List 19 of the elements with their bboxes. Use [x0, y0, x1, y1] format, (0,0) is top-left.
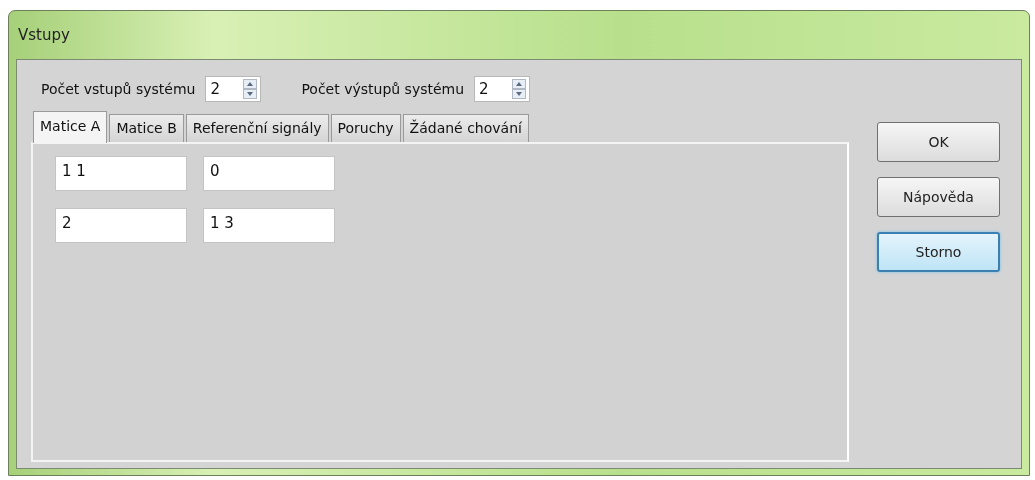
spinner-label: Počet vstupů systému — [41, 81, 196, 97]
input-field[interactable]: 2 — [55, 208, 187, 243]
spin-arrows-icon[interactable] — [243, 79, 258, 99]
tab[interactable]: Referenční signály — [185, 114, 329, 142]
dialog-button[interactable]: Nápověda — [877, 177, 1000, 217]
tab[interactable]: Poruchy — [330, 114, 401, 142]
tab[interactable]: Žádané chování — [402, 114, 529, 142]
spin-arrows-icon[interactable] — [512, 79, 527, 99]
spinner-label: Počet výstupů systému — [301, 81, 465, 97]
input-field[interactable]: 1 1 — [55, 156, 187, 191]
number-spinner[interactable]: 2 — [474, 76, 531, 102]
dialog-button[interactable]: Storno — [877, 232, 1000, 272]
number-spinner[interactable]: 2 — [205, 76, 262, 102]
tab[interactable]: Matice A — [33, 111, 108, 143]
window-title: Vstupy — [18, 26, 70, 44]
input-field[interactable]: 0 — [203, 156, 335, 191]
dialog-button[interactable]: OK — [877, 122, 1000, 162]
tab[interactable]: Matice B — [109, 114, 184, 142]
input-field[interactable]: 1 3 — [203, 208, 335, 243]
